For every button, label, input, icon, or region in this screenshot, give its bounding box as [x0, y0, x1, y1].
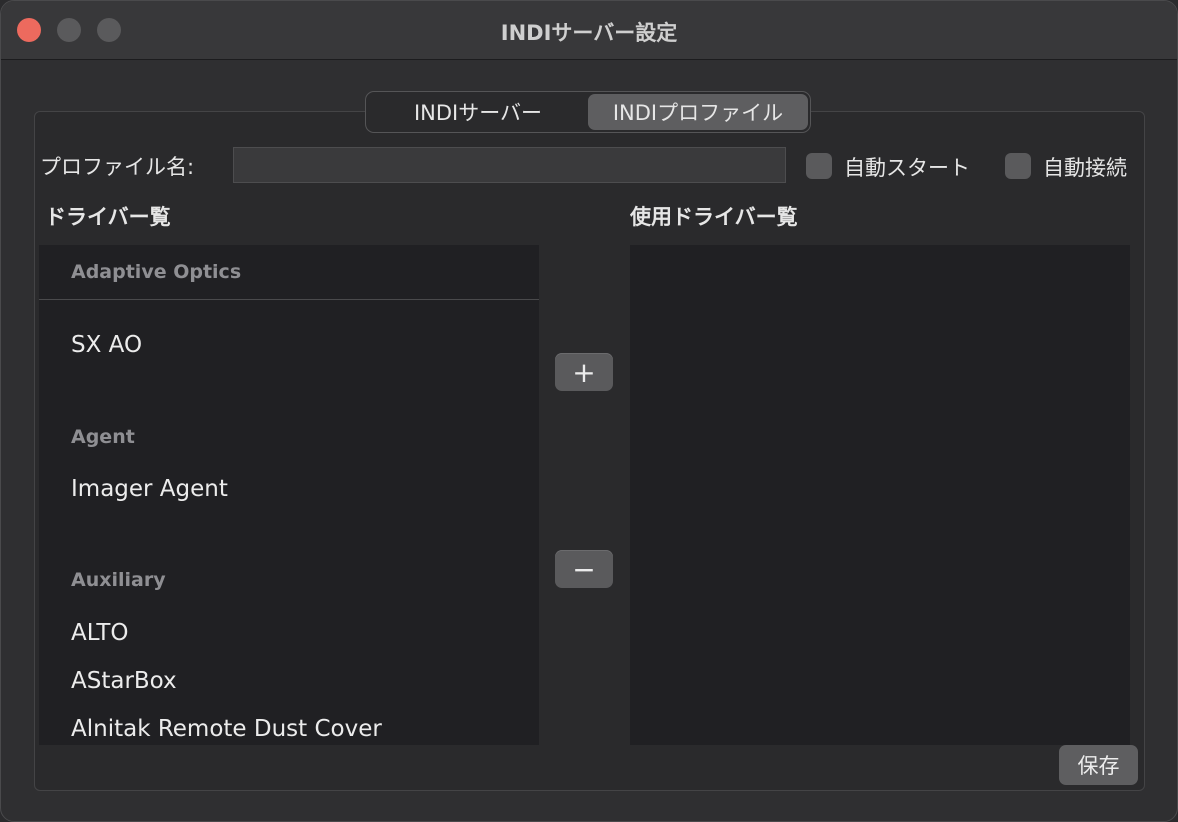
group-header: Agent — [71, 426, 135, 448]
auto-start-label: 自動スタート — [844, 156, 970, 180]
list-item[interactable]: Imager Agent — [71, 476, 228, 502]
tab-indi-server[interactable]: INDIサーバー — [368, 94, 588, 130]
group-header: Adaptive Optics — [71, 261, 242, 283]
driver-list[interactable]: Adaptive Optics SX AO Agent Imager Agent… — [39, 245, 539, 745]
used-driver-list[interactable] — [630, 245, 1130, 745]
tab-bar: INDIサーバー INDIプロファイル — [365, 91, 811, 133]
list-item[interactable]: SX AO — [71, 332, 142, 358]
used-driver-list-title: 使用ドライバー覧 — [630, 205, 798, 229]
driver-list-title: ドライバー覧 — [45, 205, 171, 229]
group-header: Auxiliary — [71, 569, 166, 591]
list-item[interactable]: ALTO — [71, 620, 129, 646]
auto-connect-checkbox[interactable] — [1005, 153, 1031, 179]
profile-name-input[interactable] — [233, 147, 786, 183]
profile-name-label: プロファイル名: — [40, 155, 195, 179]
list-item[interactable]: AStarBox — [71, 668, 177, 694]
auto-start-checkbox[interactable] — [806, 153, 832, 179]
save-button[interactable]: 保存 — [1059, 745, 1138, 785]
tab-indi-profile[interactable]: INDIプロファイル — [588, 94, 808, 130]
divider — [39, 299, 539, 300]
auto-connect-label: 自動接続 — [1043, 156, 1127, 180]
add-driver-button[interactable]: + — [555, 353, 613, 391]
title-bar: INDIサーバー設定 — [1, 1, 1177, 60]
plus-icon: + — [572, 355, 596, 389]
remove-driver-button[interactable]: − — [555, 550, 613, 588]
settings-window: INDIサーバー設定 INDIサーバー INDIプロファイル プロファイル名: … — [0, 0, 1178, 822]
minus-icon: − — [572, 552, 596, 586]
list-item[interactable]: Alnitak Remote Dust Cover — [71, 716, 382, 742]
window-title: INDIサーバー設定 — [500, 21, 678, 45]
